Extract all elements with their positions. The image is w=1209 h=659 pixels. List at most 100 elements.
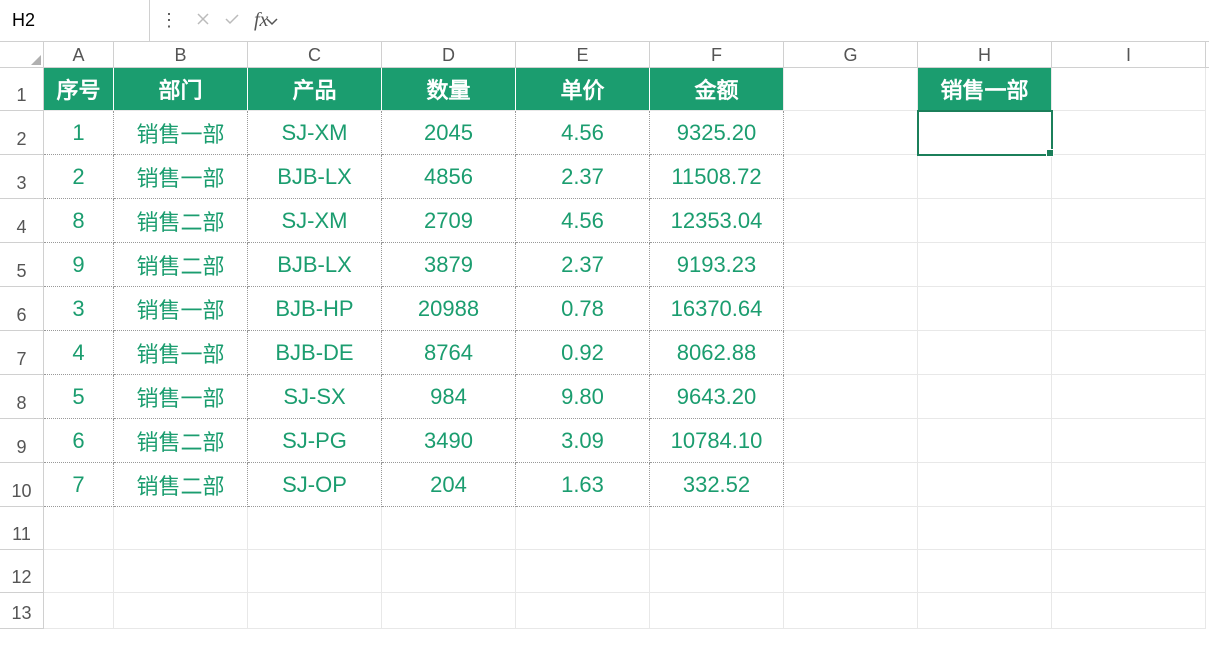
col-header-A[interactable]: A bbox=[44, 42, 114, 67]
cell-D7[interactable]: 8764 bbox=[382, 331, 516, 375]
formula-input[interactable] bbox=[278, 0, 1209, 41]
cell-I4[interactable] bbox=[1052, 199, 1206, 243]
cell-C5[interactable]: BJB-LX bbox=[248, 243, 382, 287]
cell-F1[interactable]: 金额 bbox=[650, 68, 784, 111]
row-header-6[interactable]: 6 bbox=[0, 287, 44, 331]
cell-C4[interactable]: SJ-XM bbox=[248, 199, 382, 243]
cell-H6[interactable] bbox=[918, 287, 1052, 331]
row-header-9[interactable]: 9 bbox=[0, 419, 44, 463]
cell-B4[interactable]: 销售二部 bbox=[114, 199, 248, 243]
cell-D5[interactable]: 3879 bbox=[382, 243, 516, 287]
col-header-C[interactable]: C bbox=[248, 42, 382, 67]
cell-D9[interactable]: 3490 bbox=[382, 419, 516, 463]
cell-I5[interactable] bbox=[1052, 243, 1206, 287]
col-header-F[interactable]: F bbox=[650, 42, 784, 67]
chevron-down-icon[interactable] bbox=[256, 10, 288, 31]
cell-H12[interactable] bbox=[918, 550, 1052, 593]
row-header-13[interactable]: 13 bbox=[0, 593, 44, 629]
row-header-1[interactable]: 1 bbox=[0, 68, 44, 111]
cell-I7[interactable] bbox=[1052, 331, 1206, 375]
cell-H5[interactable] bbox=[918, 243, 1052, 287]
cell-G3[interactable] bbox=[784, 155, 918, 199]
cell-H3[interactable] bbox=[918, 155, 1052, 199]
cell-I3[interactable] bbox=[1052, 155, 1206, 199]
cell-E11[interactable] bbox=[516, 507, 650, 550]
cell-I12[interactable] bbox=[1052, 550, 1206, 593]
cell-B2[interactable]: 销售一部 bbox=[114, 111, 248, 155]
select-all-corner[interactable] bbox=[0, 42, 44, 67]
cell-F3[interactable]: 11508.72 bbox=[650, 155, 784, 199]
cell-F4[interactable]: 12353.04 bbox=[650, 199, 784, 243]
cell-H7[interactable] bbox=[918, 331, 1052, 375]
cell-D1[interactable]: 数量 bbox=[382, 68, 516, 111]
cell-C3[interactable]: BJB-LX bbox=[248, 155, 382, 199]
cell-B13[interactable] bbox=[114, 593, 248, 629]
cell-B11[interactable] bbox=[114, 507, 248, 550]
cell-B9[interactable]: 销售二部 bbox=[114, 419, 248, 463]
cell-E1[interactable]: 单价 bbox=[516, 68, 650, 111]
cell-I2[interactable] bbox=[1052, 111, 1206, 155]
cell-D10[interactable]: 204 bbox=[382, 463, 516, 507]
col-header-B[interactable]: B bbox=[114, 42, 248, 67]
cell-I8[interactable] bbox=[1052, 375, 1206, 419]
cell-D13[interactable] bbox=[382, 593, 516, 629]
cell-E3[interactable]: 2.37 bbox=[516, 155, 650, 199]
cell-F9[interactable]: 10784.10 bbox=[650, 419, 784, 463]
cell-D2[interactable]: 2045 bbox=[382, 111, 516, 155]
cell-D11[interactable] bbox=[382, 507, 516, 550]
row-header-10[interactable]: 10 bbox=[0, 463, 44, 507]
cell-F10[interactable]: 332.52 bbox=[650, 463, 784, 507]
cell-B1[interactable]: 部门 bbox=[114, 68, 248, 111]
cell-B3[interactable]: 销售一部 bbox=[114, 155, 248, 199]
cell-E8[interactable]: 9.80 bbox=[516, 375, 650, 419]
cell-C13[interactable] bbox=[248, 593, 382, 629]
cell-A11[interactable] bbox=[44, 507, 114, 550]
col-header-E[interactable]: E bbox=[516, 42, 650, 67]
cell-I13[interactable] bbox=[1052, 593, 1206, 629]
cell-B7[interactable]: 销售一部 bbox=[114, 331, 248, 375]
cell-F13[interactable] bbox=[650, 593, 784, 629]
cell-A2[interactable]: 1 bbox=[44, 111, 114, 155]
cell-E13[interactable] bbox=[516, 593, 650, 629]
cell-E6[interactable]: 0.78 bbox=[516, 287, 650, 331]
cell-D6[interactable]: 20988 bbox=[382, 287, 516, 331]
cell-E9[interactable]: 3.09 bbox=[516, 419, 650, 463]
cell-C6[interactable]: BJB-HP bbox=[248, 287, 382, 331]
cell-B5[interactable]: 销售二部 bbox=[114, 243, 248, 287]
cell-G11[interactable] bbox=[784, 507, 918, 550]
cell-B6[interactable]: 销售一部 bbox=[114, 287, 248, 331]
cell-H11[interactable] bbox=[918, 507, 1052, 550]
cell-H1[interactable]: 销售一部 bbox=[918, 68, 1052, 111]
row-header-3[interactable]: 3 bbox=[0, 155, 44, 199]
cell-A4[interactable]: 8 bbox=[44, 199, 114, 243]
cell-I9[interactable] bbox=[1052, 419, 1206, 463]
cell-F12[interactable] bbox=[650, 550, 784, 593]
cell-D4[interactable]: 2709 bbox=[382, 199, 516, 243]
cell-D12[interactable] bbox=[382, 550, 516, 593]
cell-G12[interactable] bbox=[784, 550, 918, 593]
cell-A12[interactable] bbox=[44, 550, 114, 593]
cell-G1[interactable] bbox=[784, 68, 918, 111]
cell-H8[interactable] bbox=[918, 375, 1052, 419]
cell-D8[interactable]: 984 bbox=[382, 375, 516, 419]
cell-G2[interactable] bbox=[784, 111, 918, 155]
row-header-2[interactable]: 2 bbox=[0, 111, 44, 155]
cell-G7[interactable] bbox=[784, 331, 918, 375]
cell-B10[interactable]: 销售二部 bbox=[114, 463, 248, 507]
cell-C10[interactable]: SJ-OP bbox=[248, 463, 382, 507]
row-header-7[interactable]: 7 bbox=[0, 331, 44, 375]
cell-I10[interactable] bbox=[1052, 463, 1206, 507]
cell-C1[interactable]: 产品 bbox=[248, 68, 382, 111]
cell-G9[interactable] bbox=[784, 419, 918, 463]
cell-A9[interactable]: 6 bbox=[44, 419, 114, 463]
cell-A6[interactable]: 3 bbox=[44, 287, 114, 331]
cell-E10[interactable]: 1.63 bbox=[516, 463, 650, 507]
cell-E5[interactable]: 2.37 bbox=[516, 243, 650, 287]
cell-C12[interactable] bbox=[248, 550, 382, 593]
row-header-8[interactable]: 8 bbox=[0, 375, 44, 419]
name-box-input[interactable] bbox=[0, 10, 256, 31]
cell-A7[interactable]: 4 bbox=[44, 331, 114, 375]
col-header-I[interactable]: I bbox=[1052, 42, 1206, 67]
cell-F5[interactable]: 9193.23 bbox=[650, 243, 784, 287]
col-header-G[interactable]: G bbox=[784, 42, 918, 67]
